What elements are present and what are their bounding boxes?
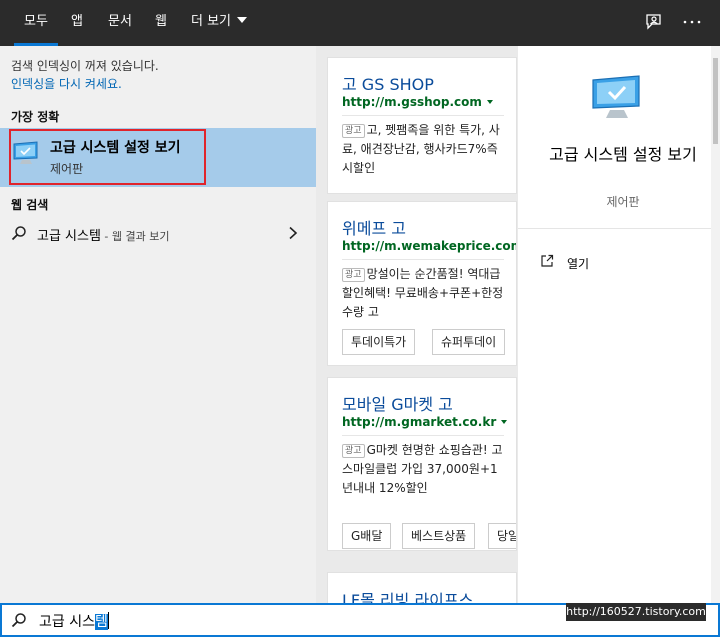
ad-sitelink-chip[interactable]: 투데이특가 bbox=[342, 329, 416, 355]
ad-badge: 광고 bbox=[342, 124, 365, 138]
ad-card[interactable]: 고 GS SHOP http://m.gsshop.com 광고 고, 펫팸족을 … bbox=[327, 57, 517, 194]
computer-settings-icon bbox=[13, 141, 38, 164]
ad-url[interactable]: http://m.gmarket.co.kr bbox=[342, 415, 508, 429]
ad-badge: 광고 bbox=[342, 268, 365, 282]
ad-title[interactable]: LF몰 리빙 라이프스 bbox=[342, 587, 473, 603]
search-icon bbox=[11, 613, 26, 628]
ad-title[interactable]: 고 GS SHOP bbox=[342, 71, 434, 95]
ad-url-text: http://m.gmarket.co.kr bbox=[342, 415, 497, 429]
ad-description: 광고 G마켓 현명한 쇼핑습관! 고 스마일클럽 가입 37,000원+1년내내 … bbox=[342, 441, 508, 498]
tab-web-label: 웹 bbox=[155, 14, 167, 29]
tab-apps-label: 앱 bbox=[71, 14, 83, 29]
ad-description: 광고 망설이는 순간품절! 역대급 할인혜택! 무료배송+쿠폰+한정수량 고 bbox=[342, 265, 508, 322]
web-search-suffix: - 웹 결과 보기 bbox=[100, 230, 170, 243]
ad-divider bbox=[342, 115, 504, 116]
ad-url[interactable]: http://m.wemakeprice.com bbox=[342, 239, 517, 253]
ad-sitelink-chip[interactable]: 슈퍼투데이 bbox=[432, 329, 506, 355]
ad-card[interactable]: 위메프 고 http://m.wemakeprice.com 광고 망설이는 순간… bbox=[327, 201, 517, 366]
tab-documents-label: 문서 bbox=[108, 14, 132, 29]
tab-all-label: 모두 bbox=[24, 14, 48, 29]
search-composing-char: 템 bbox=[94, 614, 108, 630]
detail-title: 고급 시스템 설정 보기 bbox=[549, 145, 697, 164]
ad-description-text: 망설이는 순간품절! 역대급 할인혜택! 무료배송+쿠폰+한정수량 고 bbox=[342, 267, 504, 319]
tab-more-label: 더 보기 bbox=[191, 14, 232, 29]
ad-card[interactable]: 모바일 G마켓 고 http://m.gmarket.co.kr 광고 G마켓 현… bbox=[327, 377, 517, 551]
web-search-result[interactable]: 고급 시스템 - 웹 결과 보기 bbox=[0, 216, 316, 252]
tab-web[interactable]: 웹 bbox=[155, 0, 167, 46]
reenable-indexing-link[interactable]: 인덱싱을 다시 켜세요. bbox=[11, 75, 122, 92]
scrollbar[interactable] bbox=[711, 46, 720, 603]
ad-title[interactable]: 모바일 G마켓 고 bbox=[342, 391, 453, 415]
web-search-text: 고급 시스템 - 웹 결과 보기 bbox=[37, 225, 170, 244]
ad-sitelink-chip[interactable]: 당일 bbox=[488, 523, 516, 549]
best-match-subtitle: 제어판 bbox=[50, 162, 84, 176]
ad-sitelink-chip[interactable]: 베스트상품 bbox=[402, 523, 476, 549]
open-action-label: 열기 bbox=[567, 257, 590, 271]
web-search-heading: 웹 검색 bbox=[11, 198, 49, 212]
caret-down-icon bbox=[486, 100, 493, 104]
ad-url-text: http://m.wemakeprice.com bbox=[342, 239, 517, 253]
ads-column: 고 GS SHOP http://m.gsshop.com 광고 고, 펫팸족을 … bbox=[316, 46, 518, 603]
computer-settings-icon bbox=[592, 75, 640, 118]
detail-divider bbox=[518, 228, 713, 229]
results-pane: 검색 인덱싱이 꺼져 있습니다. 인덱싱을 다시 켜세요. 가장 정확 고급 시… bbox=[0, 46, 316, 603]
tab-documents[interactable]: 문서 bbox=[108, 0, 132, 46]
ad-description: 광고 고, 펫팸족을 위한 특가, 사료, 애견장난감, 행사카드7%즉시할인 bbox=[342, 121, 508, 178]
ad-description-text: 고, 펫팸족을 위한 특가, 사료, 애견장난감, 행사카드7%즉시할인 bbox=[342, 123, 500, 175]
caret-down-icon bbox=[501, 420, 508, 424]
tab-all[interactable]: 모두 bbox=[14, 0, 58, 46]
ad-title[interactable]: 위메프 고 bbox=[342, 215, 406, 239]
search-icon bbox=[11, 226, 26, 241]
tab-apps[interactable]: 앱 bbox=[71, 0, 83, 46]
best-match-item[interactable]: 고급 시스템 설정 보기 제어판 bbox=[0, 128, 316, 187]
chevron-down-icon bbox=[237, 17, 248, 23]
best-match-title: 고급 시스템 설정 보기 bbox=[50, 140, 181, 156]
ad-card[interactable]: LF몰 리빙 라이프스 bbox=[327, 572, 517, 603]
best-match-heading: 가장 정확 bbox=[11, 110, 60, 124]
tab-more[interactable]: 더 보기 bbox=[191, 0, 248, 46]
ad-divider bbox=[342, 435, 504, 436]
ad-description-text: G마켓 현명한 쇼핑습관! 고 스마일클럽 가입 37,000원+1년내내 12… bbox=[342, 443, 503, 495]
indexing-off-notice: 검색 인덱싱이 꺼져 있습니다. bbox=[11, 59, 159, 73]
scrollbar-thumb[interactable] bbox=[713, 58, 718, 144]
ad-url-text: http://m.gsshop.com bbox=[342, 95, 482, 109]
search-filter-bar: 모두 앱 문서 웹 더 보기 bbox=[0, 0, 720, 46]
ad-url[interactable]: http://m.gsshop.com bbox=[342, 95, 493, 109]
detail-pane: 고급 시스템 설정 보기 제어판 열기 bbox=[518, 46, 720, 603]
watermark: http://160527.tistory.com bbox=[566, 603, 706, 621]
text-cursor bbox=[107, 612, 109, 629]
feedback-icon[interactable] bbox=[643, 11, 665, 33]
more-options-icon[interactable] bbox=[681, 11, 703, 33]
search-input[interactable]: 고급 시스템 bbox=[39, 611, 109, 631]
open-external-icon bbox=[541, 254, 554, 267]
web-search-query: 고급 시스템 bbox=[37, 229, 101, 244]
detail-subtitle: 제어판 bbox=[606, 195, 640, 209]
chevron-right-icon bbox=[289, 226, 298, 240]
ad-divider bbox=[342, 259, 504, 260]
ad-badge: 광고 bbox=[342, 444, 365, 458]
ad-sitelink-chip[interactable]: G배달 bbox=[342, 523, 392, 549]
search-typed-text: 고급 시스 bbox=[39, 614, 95, 630]
